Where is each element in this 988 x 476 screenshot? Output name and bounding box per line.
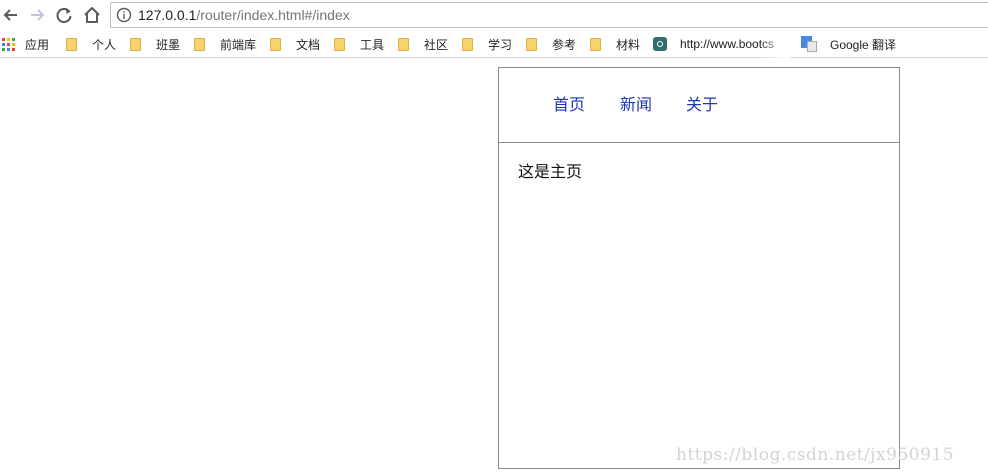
forward-button[interactable] — [26, 4, 48, 26]
bookmark-label: Google 翻译 — [830, 37, 897, 52]
bookmark-folder[interactable]: 班墨 — [130, 35, 180, 53]
folder-icon — [194, 37, 205, 51]
bookmark-google-translate[interactable]: Google 翻译 — [801, 35, 896, 53]
url-host: 127.0.0.1 — [138, 7, 197, 23]
address-url[interactable]: 127.0.0.1/router/index.html#/index — [138, 6, 350, 24]
info-icon[interactable] — [116, 7, 132, 23]
browser-toolbar: 127.0.0.1/router/index.html#/index — [0, 0, 988, 31]
address-bar[interactable]: 127.0.0.1/router/index.html#/index — [110, 2, 988, 28]
forward-arrow-icon — [31, 9, 45, 21]
nav-link-about[interactable]: 关于 — [686, 95, 718, 115]
back-button[interactable] — [0, 4, 22, 26]
bookmark-label: 个人 — [92, 37, 117, 52]
bookmark-label: 应用 — [25, 37, 50, 52]
bookmark-label: 参考 — [552, 37, 577, 52]
home-icon — [84, 7, 100, 23]
watermark: https://blog.csdn.net/jx950915 — [676, 445, 955, 465]
folder-icon — [526, 37, 537, 51]
reload-button[interactable] — [53, 4, 75, 26]
bookmark-label: 社区 — [424, 37, 449, 52]
folder-icon — [270, 37, 281, 51]
bookmark-folder[interactable]: 参考 — [526, 35, 576, 53]
folder-icon — [334, 37, 345, 51]
folder-icon — [462, 37, 473, 51]
nav-link-news[interactable]: 新闻 — [620, 95, 652, 115]
bookmark-folder[interactable]: 材料 — [590, 35, 640, 53]
bookmark-label: 前端库 — [220, 37, 257, 52]
bookmark-folder[interactable]: 个人 — [66, 35, 116, 53]
bookmark-label: 班墨 — [156, 37, 181, 52]
bookmarks-bar: 应用 个人 班墨 前端库 文档 工具 社区 学习 参考 材料 http://ww… — [0, 31, 988, 58]
bookmark-label: 材料 — [616, 37, 641, 52]
bootcss-icon — [653, 37, 667, 51]
bookmark-fade — [760, 31, 790, 58]
google-translate-icon — [801, 36, 817, 52]
folder-icon — [66, 37, 77, 51]
home-button[interactable] — [81, 4, 103, 26]
folder-icon — [130, 37, 141, 51]
folder-icon — [398, 37, 409, 51]
nav-link-home[interactable]: 首页 — [553, 95, 585, 115]
bookmark-label: 学习 — [488, 37, 513, 52]
app-nav: 首页 新闻 关于 — [499, 68, 899, 143]
router-view-content: 这是主页 — [518, 162, 583, 181]
folder-icon — [590, 37, 601, 51]
url-path: /router/index.html#/index — [196, 7, 350, 23]
app-container: 首页 新闻 关于 这是主页 — [498, 67, 900, 469]
back-arrow-icon — [3, 9, 17, 21]
bookmark-folder[interactable]: 学习 — [462, 35, 512, 53]
bookmark-folder[interactable]: 文档 — [270, 35, 320, 53]
bookmark-folder[interactable]: 前端库 — [194, 35, 256, 53]
apps-grid-icon — [2, 37, 15, 51]
bookmark-folder[interactable]: 工具 — [334, 35, 384, 53]
bookmark-label: 文档 — [296, 37, 321, 52]
bookmark-apps[interactable]: 应用 — [2, 35, 49, 53]
reload-icon — [56, 8, 72, 23]
bookmark-label: 工具 — [360, 37, 385, 52]
bookmark-folder[interactable]: 社区 — [398, 35, 448, 53]
